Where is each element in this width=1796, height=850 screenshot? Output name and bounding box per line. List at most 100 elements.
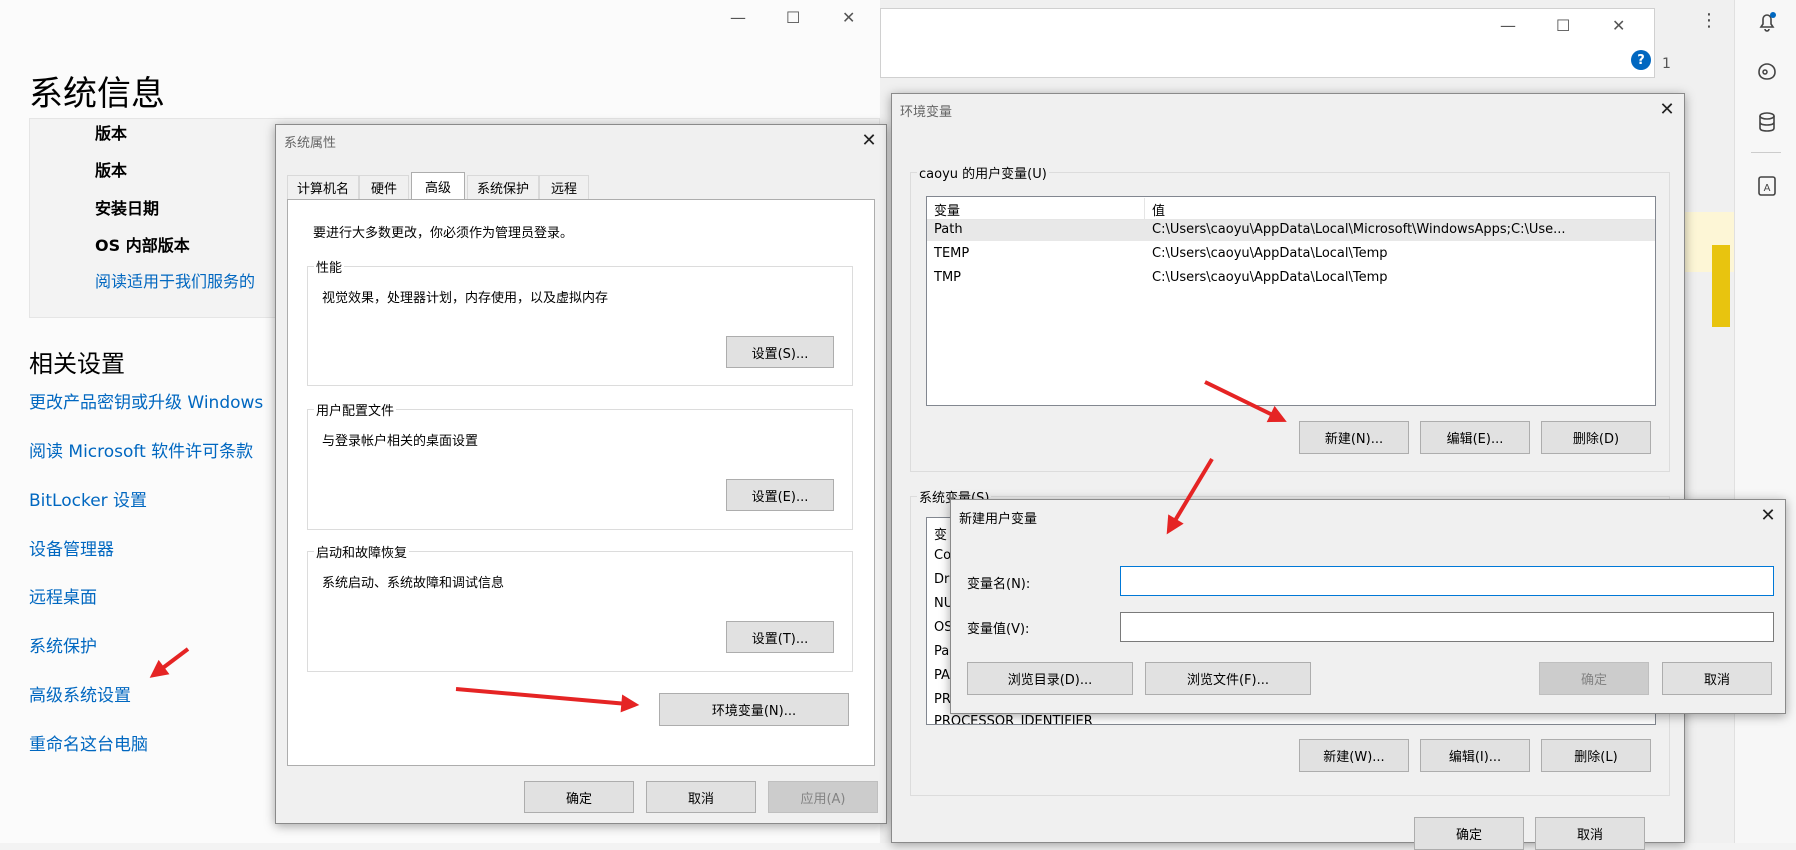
dialog-title: 环境变量 — [900, 105, 953, 120]
tab-strip: 计算机名 硬件 高级 系统保护 远程 — [287, 172, 877, 200]
device-manager-link[interactable]: 设备管理器 — [29, 535, 114, 560]
column-divider — [1144, 198, 1145, 219]
help-icon[interactable]: ? — [1631, 50, 1651, 70]
minimize-button[interactable]: — — [1500, 16, 1516, 35]
rename-pc-link[interactable]: 重命名这台电脑 — [29, 730, 148, 755]
group-label: 启动和故障恢复 — [314, 542, 410, 561]
variable-name: Pa — [934, 644, 950, 659]
page-indicator: 1 — [1662, 56, 1671, 72]
tab-advanced[interactable]: 高级 — [411, 172, 465, 200]
performance-group: 性能 视觉效果，处理器计划，内存使用，以及虚拟内存 设置(S)... — [307, 257, 853, 386]
user-variables-group: caoyu 的用户变量(U) 变量 值 Path C:\Users\caoyu\… — [910, 163, 1670, 472]
svg-text:A: A — [1764, 183, 1771, 194]
startup-recovery-group: 启动和故障恢复 系统启动、系统故障和调试信息 设置(T)... — [307, 542, 853, 672]
system-delete-button[interactable]: 删除(L) — [1541, 739, 1651, 772]
close-button[interactable]: ✕ — [842, 8, 855, 27]
reader-icon[interactable]: A — [1755, 174, 1779, 198]
minimize-button[interactable]: — — [730, 8, 746, 27]
system-new-button[interactable]: 新建(W)... — [1299, 739, 1409, 772]
group-label: 性能 — [314, 257, 345, 276]
variable-name: PR — [934, 692, 951, 707]
variable-name: TEMP — [934, 246, 970, 261]
browse-file-button[interactable]: 浏览文件(F)... — [1145, 662, 1311, 695]
performance-settings-button[interactable]: 设置(S)... — [726, 336, 834, 368]
variable-name: TMP — [934, 270, 961, 285]
dialog-title: 新建用户变量 — [959, 512, 1038, 527]
variable-name: Path — [934, 222, 963, 237]
service-terms-link[interactable]: 阅读适用于我们服务的 — [95, 268, 255, 292]
variable-value-input[interactable] — [1120, 612, 1774, 642]
copilot-icon[interactable] — [1755, 60, 1779, 84]
system-edit-button[interactable]: 编辑(I)... — [1420, 739, 1530, 772]
close-button[interactable]: ✕ — [1753, 502, 1783, 528]
user-edit-button[interactable]: 编辑(E)... — [1420, 421, 1530, 454]
column-header-value[interactable]: 值 — [1152, 200, 1165, 219]
tab-remote[interactable]: 远程 — [539, 175, 589, 199]
tab-system-protection[interactable]: 系统保护 — [467, 175, 539, 199]
variable-value-label: 变量值(V): — [967, 622, 1030, 637]
group-description: 视觉效果，处理器计划，内存使用，以及虚拟内存 — [322, 291, 609, 306]
yellow-bar — [1712, 245, 1730, 327]
more-icon[interactable]: ⋮ — [1700, 10, 1718, 31]
table-row[interactable]: TMP C:\Users\caoyu\AppData\Local\Temp — [927, 268, 1655, 289]
ok-button[interactable]: 确定 — [524, 781, 634, 813]
spec-label: 安装日期 — [95, 199, 160, 218]
tab-hardware[interactable]: 硬件 — [359, 175, 409, 199]
cancel-button[interactable]: 取消 — [1535, 817, 1645, 850]
variable-name: PA — [934, 668, 950, 683]
user-profile-group: 用户配置文件 与登录帐户相关的桌面设置 设置(E)... — [307, 400, 853, 530]
group-description: 系统启动、系统故障和调试信息 — [322, 576, 505, 591]
dialog-title: 系统属性 — [284, 136, 337, 151]
column-header-variable[interactable]: 变量 — [934, 200, 960, 219]
group-label: 用户配置文件 — [314, 400, 397, 419]
license-terms-link[interactable]: 阅读 Microsoft 软件许可条款 — [29, 437, 253, 462]
user-variables-list[interactable]: 变量 值 Path C:\Users\caoyu\AppData\Local\M… — [926, 196, 1656, 406]
close-button[interactable]: ✕ — [1612, 16, 1625, 35]
right-sidebar: A — [1734, 0, 1796, 843]
background-window-frame — [880, 8, 1655, 78]
user-new-button[interactable]: 新建(N)... — [1299, 421, 1409, 454]
column-header-variable[interactable]: 变 — [934, 524, 947, 543]
bell-icon[interactable] — [1755, 10, 1779, 34]
environment-variables-dialog: 环境变量 ✕ caoyu 的用户变量(U) 变量 值 Path C:\Users… — [891, 93, 1685, 850]
advanced-system-settings-link[interactable]: 高级系统设置 — [29, 681, 131, 706]
remote-desktop-link[interactable]: 远程桌面 — [29, 583, 97, 608]
maximize-button[interactable]: ☐ — [786, 8, 800, 27]
cancel-button[interactable]: 取消 — [1662, 662, 1772, 695]
browse-directory-button[interactable]: 浏览目录(D)... — [967, 662, 1133, 695]
user-delete-button[interactable]: 删除(D) — [1541, 421, 1651, 454]
bitlocker-link[interactable]: BitLocker 设置 — [29, 486, 147, 511]
variable-name-input[interactable] — [1120, 566, 1774, 596]
apply-button[interactable]: 应用(A) — [768, 781, 878, 813]
startup-settings-button[interactable]: 设置(T)... — [726, 621, 834, 653]
table-row[interactable]: Path C:\Users\caoyu\AppData\Local\Micros… — [927, 220, 1655, 241]
tab-panel: 要进行大多数更改，你必须作为管理员登录。 性能 视觉效果，处理器计划，内存使用，… — [287, 199, 875, 766]
group-label: caoyu 的用户变量(U) — [917, 163, 1049, 182]
spec-label: 版本 — [95, 124, 128, 143]
tab-computer-name[interactable]: 计算机名 — [287, 175, 359, 199]
close-button[interactable]: ✕ — [1652, 96, 1682, 122]
group-description: 与登录帐户相关的桌面设置 — [322, 434, 479, 449]
spec-label: 版本 — [95, 161, 128, 180]
maximize-button[interactable]: ☐ — [1556, 16, 1570, 35]
upgrade-windows-link[interactable]: 更改产品密钥或升级 Windows — [29, 388, 263, 413]
variable-name: Co — [934, 548, 952, 563]
new-user-variable-dialog: 新建用户变量 ✕ 变量名(N): 变量值(V): 浏览目录(D)... 浏览文件… — [950, 499, 1786, 714]
environment-variables-button[interactable]: 环境变量(N)... — [659, 693, 849, 726]
cancel-button[interactable]: 取消 — [646, 781, 756, 813]
admin-note: 要进行大多数更改，你必须作为管理员登录。 — [313, 226, 574, 241]
list-header: 变量 值 — [927, 198, 1655, 220]
ok-button[interactable]: 确定 — [1539, 662, 1649, 695]
close-button[interactable]: ✕ — [854, 127, 884, 153]
related-settings-heading: 相关设置 — [29, 350, 125, 378]
page-title: 系统信息 — [29, 74, 165, 114]
system-protection-link[interactable]: 系统保护 — [29, 632, 97, 657]
sidebar-divider — [1751, 152, 1781, 153]
spec-label: OS 内部版本 — [95, 236, 190, 255]
database-icon[interactable] — [1755, 110, 1779, 134]
variable-value: C:\Users\caoyu\AppData\Local\Temp — [1152, 246, 1388, 261]
table-row[interactable]: TEMP C:\Users\caoyu\AppData\Local\Temp — [927, 244, 1655, 265]
variable-value: C:\Users\caoyu\AppData\Local\Temp — [1152, 270, 1388, 285]
profile-settings-button[interactable]: 设置(E)... — [726, 479, 834, 511]
ok-button[interactable]: 确定 — [1414, 817, 1524, 850]
